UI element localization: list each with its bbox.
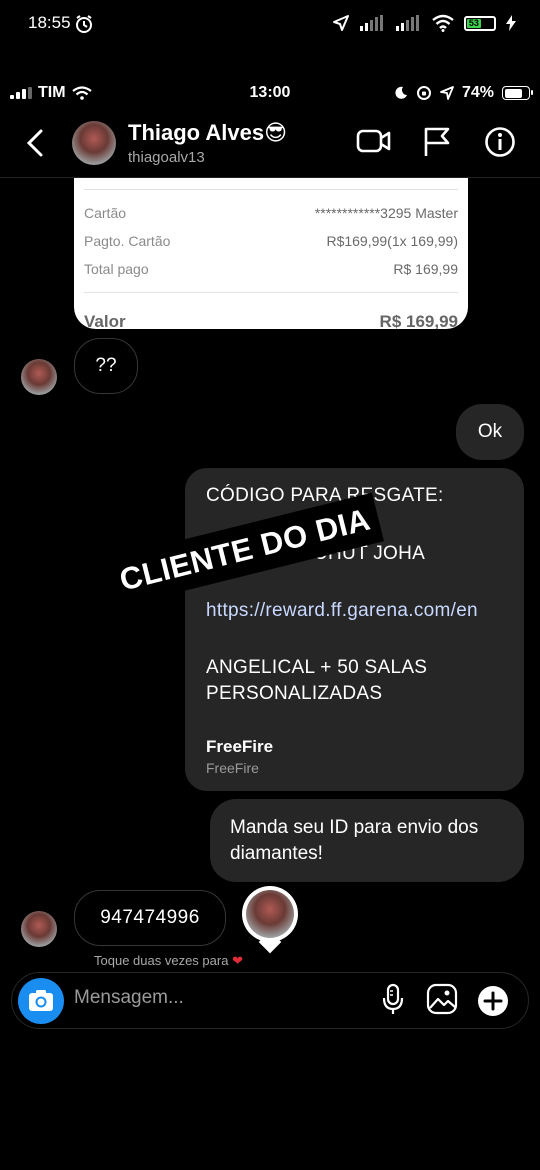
message-bubble-outgoing[interactable]: Ok [456,404,524,460]
receipt-row: Cartão ************3295 Master [84,205,458,221]
receipt-total-value: R$ 169,99 [379,312,458,329]
contact-name[interactable]: Thiago Alves😎 [128,120,287,146]
gallery-icon[interactable] [426,983,458,1015]
receipt-value: ************3295 Master [314,205,458,221]
receipt-label: Cartão [84,205,127,221]
back-icon[interactable] [22,128,52,158]
hint-text: Toque duas vezes para [94,953,229,968]
camera-button[interactable] [18,978,64,1024]
alarm-icon [76,15,92,33]
battery-icon: 53 [464,15,496,31]
flag-icon[interactable] [422,126,452,158]
message-link[interactable]: https://reward.ff.garena.com/en [206,600,478,622]
plus-icon[interactable] [477,985,509,1017]
double-tap-hint: Toque duas vezes para ❤ [94,953,243,969]
receipt-total-label: Valor [84,312,126,329]
avatar [246,890,294,938]
avatar[interactable] [21,911,57,947]
message-bubble-outgoing[interactable]: Manda seu ID para envio dos diamantes! [210,799,524,882]
video-icon[interactable] [356,126,392,156]
receipt-label: Total pago [84,261,149,277]
avatar[interactable] [21,359,57,395]
receipt-row: Pagto. Cartão R$169,99(1x 169,99) [84,233,458,249]
android-time: 18:55 [28,13,71,32]
link-preview-subtitle: FreeFire [206,760,259,776]
chat-header: Thiago Alves😎 thiagoalv13 [0,112,540,178]
location-icon [333,15,349,31]
mic-icon[interactable] [382,983,404,1017]
signal-icon [396,15,419,31]
seen-avatar-pin [242,886,298,942]
wifi-icon [432,14,454,32]
receipt-row: Total pago R$ 169,99 [84,261,458,277]
message-text: ANGELICAL + 50 SALAS [206,657,428,678]
battery-icon [502,86,533,100]
location-icon [440,86,454,100]
android-status-icons: 53 [332,14,516,32]
receipt-value: R$ 169,99 [393,261,458,277]
message-bubble-incoming[interactable]: ?? [74,338,138,394]
signal-icon [360,15,383,31]
receipt-total: Valor R$ 169,99 [84,312,458,329]
receipt-label: Pagto. Cartão [84,233,171,249]
divider [84,189,458,190]
receipt-value: R$169,99(1x 169,99) [326,233,458,249]
ios-battery-percent: 74% [461,84,494,101]
contact-username[interactable]: thiagoalv13 [128,149,205,166]
avatar[interactable] [72,121,116,165]
ios-status-bar: TIM 13:00 74% [0,80,540,108]
message-composer: Mensagem... [11,972,529,1029]
charging-icon [506,15,516,31]
camera-icon [29,990,53,1011]
rotation-lock-icon [416,86,431,100]
divider [84,292,458,293]
info-icon[interactable] [484,126,516,158]
message-input[interactable]: Mensagem... [74,987,184,1009]
android-status-bar: 18:55 53 [0,0,540,46]
moon-icon [395,86,407,99]
message-text: PERSONALIZADAS [206,683,383,704]
ios-status-icons: 74% [394,84,533,102]
receipt-card[interactable]: Cartão ************3295 Master Pagto. Ca… [74,178,468,329]
link-preview-title: FreeFire [206,737,274,756]
heart-icon: ❤ [232,953,243,968]
message-bubble-incoming[interactable]: 947474996 [74,890,226,946]
